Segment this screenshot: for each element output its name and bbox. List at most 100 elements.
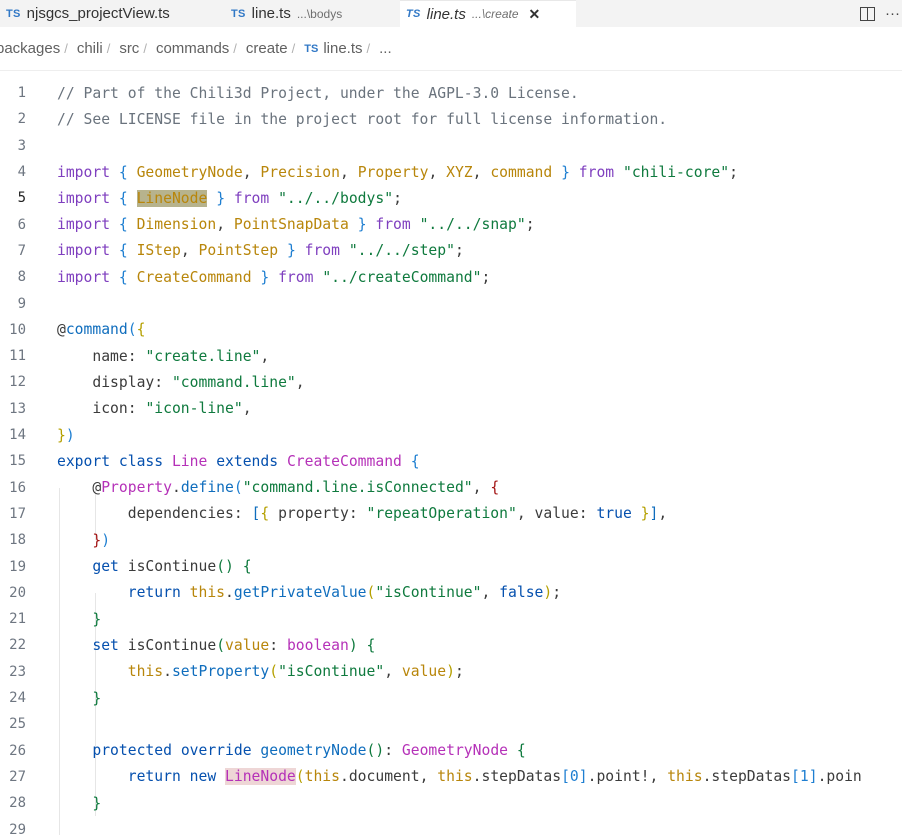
code-line: 25 [0, 711, 902, 737]
code-text: export class Line extends CreateCommand … [57, 452, 420, 470]
code-line: 14 }) [0, 422, 902, 448]
code-text: name: "create.line", [92, 347, 270, 365]
breadcrumb-item-packages[interactable]: packages [0, 40, 60, 57]
split-editor-icon[interactable] [860, 6, 875, 21]
code-line: 22 set isContinue(value: boolean) { [0, 632, 902, 658]
line-number: 18 [9, 532, 26, 549]
code-line: 1 // Part of the Chili3d Project, under … [0, 80, 902, 106]
line-number: 16 [9, 479, 26, 496]
tab-label: njsgcs_projectView.ts [26, 5, 170, 22]
line-number: 3 [17, 137, 26, 154]
line-number: 7 [17, 242, 26, 259]
breadcrumb-item-create[interactable]: create [246, 40, 288, 57]
breadcrumb-item-symbols[interactable]: ... [379, 40, 392, 57]
code-text: get isContinue() { [92, 558, 252, 576]
code-line: 7 import { IStep, PointStep } from "../.… [0, 238, 902, 264]
code-text: icon: "icon-line", [92, 400, 252, 418]
code-line: 21 } [0, 606, 902, 632]
breadcrumb-item-file[interactable]: line.ts [323, 40, 362, 57]
line-number: 22 [9, 637, 26, 654]
code-line: 24 } [0, 685, 902, 711]
line-number: 10 [9, 321, 26, 338]
line-number: 6 [17, 216, 26, 233]
code-text: protected override geometryNode(): Geome… [92, 742, 526, 760]
tab-actions: ··· [860, 0, 902, 27]
code-line: 19 get isContinue() { [0, 553, 902, 579]
tab-njsgcs-projectview[interactable]: TS njsgcs_projectView.ts [0, 0, 225, 27]
code-text: return this.getPrivateValue("isContinue"… [127, 584, 562, 602]
line-number: 27 [9, 768, 26, 785]
line-number: 12 [9, 374, 26, 391]
code-line: 28 } [0, 790, 902, 816]
typescript-file-icon: TS [406, 8, 421, 20]
typescript-file-icon: TS [231, 7, 246, 20]
line-number: 9 [17, 295, 26, 312]
line-number: 4 [17, 164, 26, 181]
line-number: 23 [9, 663, 26, 680]
code-line: 12 display: "command.line", [0, 369, 902, 395]
code-line: 5 import { LineNode } from "../../bodys"… [0, 185, 902, 211]
line-number: 11 [9, 348, 26, 365]
line-number: 1 [17, 85, 26, 102]
code-text: import { LineNode } from "../../bodys"; [57, 189, 402, 207]
code-line: 27 return new LineNode(this.document, th… [0, 764, 902, 790]
code-line: 6 import { Dimension, PointSnapData } fr… [0, 212, 902, 238]
breadcrumb-item-src[interactable]: src [119, 40, 139, 57]
line-number: 13 [9, 400, 26, 417]
code-text: import { GeometryNode, Precision, Proper… [57, 163, 738, 181]
code-line: 4 import { GeometryNode, Precision, Prop… [0, 159, 902, 185]
code-editor[interactable]: 1 // Part of the Chili3d Project, under … [0, 80, 902, 835]
code-text: dependencies: [{ property: "repeatOperat… [127, 505, 668, 523]
line-number: 2 [17, 111, 26, 128]
code-line: 18 }) [0, 527, 902, 553]
code-line: 11 name: "create.line", [0, 343, 902, 369]
code-line: 13 icon: "icon-line", [0, 396, 902, 422]
typescript-file-icon: TS [6, 7, 21, 20]
tab-description: ...\bodys [296, 6, 343, 21]
editor-tab-bar: TS njsgcs_projectView.ts TS line.ts ...\… [0, 0, 902, 27]
tab-line-create[interactable]: TS line.ts ...\create ✕ [400, 0, 576, 27]
code-text: import { Dimension, PointSnapData } from… [57, 216, 535, 234]
code-line: 9 [0, 290, 902, 316]
code-line: 29 [0, 816, 902, 835]
code-text: return new LineNode(this.document, this.… [127, 768, 862, 786]
code-text: }) [92, 531, 111, 549]
code-line: 8 import { CreateCommand } from "../crea… [0, 264, 902, 290]
line-number: 8 [17, 269, 26, 286]
code-text: } [92, 610, 102, 628]
tab-description: ...\create [471, 7, 519, 21]
line-number: 26 [9, 742, 26, 759]
line-number: 17 [9, 505, 26, 522]
line-number: 21 [9, 611, 26, 628]
code-line: 23 this.setProperty("isContinue", value)… [0, 659, 902, 685]
code-line: 26 protected override geometryNode(): Ge… [0, 738, 902, 764]
code-line: 16 @Property.define("command.line.isConn… [0, 475, 902, 501]
code-text: @Property.define("command.line.isConnect… [92, 479, 500, 497]
line-number: 25 [9, 716, 26, 733]
code-text: @command({ [57, 321, 146, 339]
line-number: 28 [9, 795, 26, 812]
tab-label: line.ts [251, 5, 291, 22]
code-line: 20 return this.getPrivateValue("isContin… [0, 580, 902, 606]
breadcrumb-item-commands[interactable]: commands [156, 40, 229, 57]
code-text: import { IStep, PointStep } from "../../… [57, 242, 464, 260]
code-text: } [92, 794, 102, 812]
close-icon[interactable]: ✕ [529, 6, 541, 23]
code-line: 17 dependencies: [{ property: "repeatOpe… [0, 501, 902, 527]
code-text: this.setProperty("isContinue", value); [127, 663, 464, 681]
breadcrumb-item-chili[interactable]: chili [77, 40, 103, 57]
code-line: 2 // See LICENSE file in the project roo… [0, 106, 902, 132]
line-number: 19 [9, 558, 26, 575]
line-number: 14 [9, 427, 26, 444]
typescript-file-icon: TS [304, 42, 319, 55]
code-text: } [92, 689, 102, 707]
line-number: 5 [17, 190, 26, 207]
code-line: 10 @command({ [0, 317, 902, 343]
more-actions-icon[interactable]: ··· [885, 6, 900, 21]
code-text: // See LICENSE file in the project root … [57, 110, 668, 128]
code-line: 15 export class Line extends CreateComma… [0, 448, 902, 474]
line-number: 15 [9, 453, 26, 470]
tab-line-bodys[interactable]: TS line.ts ...\bodys [225, 0, 400, 27]
breadcrumb: packages / chili / src / commands / create / … [0, 27, 902, 71]
line-number: 29 [9, 821, 26, 835]
